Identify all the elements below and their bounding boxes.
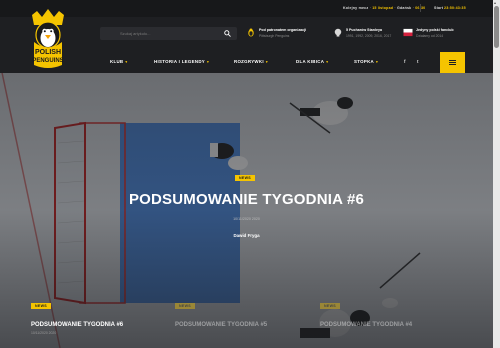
search-icon[interactable] <box>224 30 231 37</box>
header-info-fanclub: Jedyny polski fanclub Działamy od 2014 <box>403 27 483 41</box>
card-title: PODSUMOWANIE TYGODNIA #4 <box>320 322 413 328</box>
main-nav: KLUB ▾ HISTORIA I LEGENDY ▾ ROZGRYWKI ▾ DLA… <box>0 52 500 73</box>
slider-card-2[interactable]: NEWS PODSUMOWANIE TYGODNIA #5 <box>175 294 310 328</box>
logo-text-bottom: PENGUINS <box>32 58 63 64</box>
nav-item-rozgrywki[interactable]: ROZGRYWKI ▾ <box>234 59 268 64</box>
chevron-down-icon: ▾ <box>125 60 128 64</box>
header-info-patronage: Pod patronatem organizacji Pittsburgh Pe… <box>246 27 326 41</box>
logo-text-top: POLISH <box>35 49 61 56</box>
hero-date: 10/11/2020 2020 <box>233 217 260 221</box>
twitter-icon[interactable]: t <box>417 59 419 64</box>
card-date: 10/11/2020 2020 <box>31 331 57 335</box>
nav-item-dla-kibica[interactable]: DLA KIBICA ▾ <box>296 59 328 64</box>
scroll-up-icon[interactable]: ▴ <box>494 0 496 5</box>
card-category-badge: NEWS <box>31 303 51 309</box>
top-info-bar: Kolejny mecz · 15 listopad · Gdańsk · 06… <box>0 0 500 17</box>
trophy-icon <box>334 28 342 37</box>
facebook-icon[interactable]: f <box>404 59 406 64</box>
polish-penguins-logo[interactable]: POLISH PENGUINS <box>28 9 68 71</box>
chevron-down-icon: ▾ <box>265 60 268 64</box>
card-title: PODSUMOWANIE TYGODNIA #5 <box>175 322 268 328</box>
chevron-down-icon: ▾ <box>326 60 329 64</box>
slider-card-3[interactable]: NEWS PODSUMOWANIE TYGODNIA #4 <box>320 294 455 328</box>
chevron-down-icon: ▾ <box>207 60 210 64</box>
page-scrollbar[interactable]: ▴ <box>493 0 500 348</box>
chevron-down-icon: ▾ <box>376 60 379 64</box>
next-match-info: Kolejny mecz · 15 listopad · Gdańsk · 06… <box>343 6 425 10</box>
topbar-divider <box>420 4 421 12</box>
poland-flag-icon <box>403 28 413 37</box>
card-title: PODSUMOWANIE TYGODNIA #6 <box>31 322 124 328</box>
hero-title[interactable]: PODSUMOWANIE TYGODNIA #6 <box>0 191 493 208</box>
nav-item-historia[interactable]: HISTORIA I LEGENDY ▾ <box>154 59 209 64</box>
search-input[interactable]: Szukaj artykułu... <box>100 27 237 40</box>
scrollbar-thumb[interactable] <box>494 6 499 48</box>
nav-item-klub[interactable]: KLUB ▾ <box>110 59 127 64</box>
hero-category-badge[interactable]: NEWS <box>235 175 255 181</box>
site-header: Szukaj artykułu... Pod patronatem organi… <box>0 17 500 52</box>
nav-item-stopka[interactable]: STOPKA ▾ <box>354 59 378 64</box>
card-category-badge: NEWS <box>320 303 340 309</box>
hero-slider[interactable]: NEWS PODSUMOWANIE TYGODNIA #6 10/11/2020… <box>0 73 493 348</box>
countdown-label: Start <box>434 6 444 10</box>
hamburger-menu-button[interactable] <box>440 52 465 73</box>
card-category-badge: NEWS <box>175 303 195 309</box>
penguin-icon <box>248 28 254 37</box>
header-info-cups: 5 Pucharów Stanleya 1991, 1992, 2009, 20… <box>333 27 398 41</box>
hero-author[interactable]: Dawid Fryga <box>0 233 493 238</box>
slider-card-1[interactable]: NEWS PODSUMOWANIE TYGODNIA #6 10/11/2020… <box>31 294 166 335</box>
countdown-value: 23:50:43:35 <box>444 6 466 10</box>
